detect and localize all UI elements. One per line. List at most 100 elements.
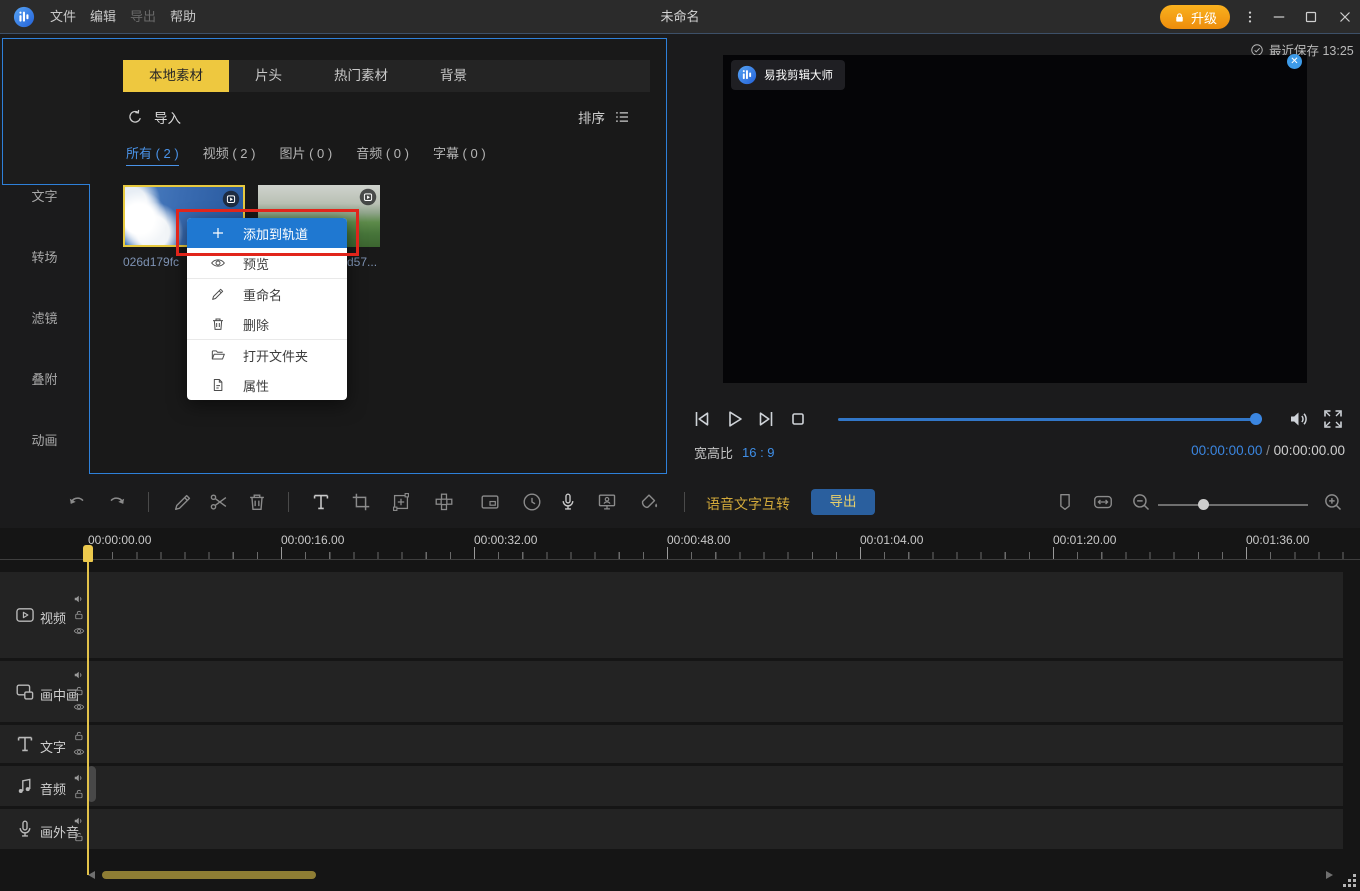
fullscreen-button[interactable] <box>1321 407 1345 431</box>
zoom-out-button[interactable] <box>1130 491 1152 513</box>
context-menu-properties[interactable]: 属性 <box>187 370 347 400</box>
fit-timeline-button[interactable] <box>1092 491 1114 513</box>
filter-videos[interactable]: 视频 ( 2 ) <box>203 143 256 166</box>
pip-track-icon <box>14 681 36 703</box>
filter-images[interactable]: 图片 ( 0 ) <box>279 143 332 166</box>
track-controls <box>73 593 85 637</box>
aspect-ratio-value[interactable]: 16 : 9 <box>742 445 775 460</box>
sidebar-item-transitions[interactable]: 转场 <box>0 247 89 266</box>
playhead-handle[interactable] <box>83 545 93 562</box>
lock-icon <box>1173 11 1186 24</box>
duration-button[interactable] <box>521 491 543 513</box>
current-time: 00:00:00.00 <box>1191 443 1263 458</box>
volume-icon[interactable] <box>73 815 85 827</box>
record-voiceover-button[interactable] <box>557 491 579 513</box>
context-menu-delete[interactable]: 删除 <box>187 309 347 339</box>
stop-button[interactable] <box>786 407 810 431</box>
lock-icon[interactable] <box>73 730 85 742</box>
preview-video-area: 易我剪辑大师 ✕ <box>723 54 1307 383</box>
filter-all[interactable]: 所有 ( 2 ) <box>126 143 179 166</box>
track-audio[interactable]: 音频 <box>0 766 1343 806</box>
track-pip[interactable]: 画中画 <box>0 661 1343 722</box>
seek-handle[interactable] <box>1250 413 1262 425</box>
watermark-close-icon[interactable]: ✕ <box>1287 54 1302 69</box>
aspect-ratio-label: 宽高比 <box>694 446 734 461</box>
zoom-in-button[interactable] <box>1322 491 1344 513</box>
sidebar-item-overlays[interactable]: 叠附 <box>0 369 89 388</box>
horizontal-scrollbar-thumb[interactable] <box>102 871 316 879</box>
ruler-label: 00:01:04.00 <box>860 533 924 547</box>
app-window: 文件 编辑 导出 帮助 未命名 升级 素材 配乐 文字 转场 滤镜 叠附 动画 … <box>0 0 1360 891</box>
upgrade-label: 升级 <box>1190 10 1217 26</box>
context-menu-label: 删除 <box>243 317 270 333</box>
speech-text-convert-button[interactable]: 语音文字互转 <box>706 494 790 514</box>
lock-icon[interactable] <box>73 788 85 800</box>
upgrade-button[interactable]: 升级 <box>1160 5 1230 29</box>
ruler-label: 00:00:16.00 <box>281 533 345 547</box>
lock-icon[interactable] <box>73 831 85 843</box>
eye-icon[interactable] <box>73 625 85 637</box>
context-menu-label: 预览 <box>243 256 270 272</box>
mosaic-button[interactable] <box>433 491 455 513</box>
track-video[interactable]: 视频 <box>0 572 1343 658</box>
zoom-slider-handle[interactable] <box>1198 499 1209 510</box>
resize-grip[interactable] <box>1342 873 1358 889</box>
text-tool-button[interactable] <box>310 491 332 513</box>
seek-bar[interactable] <box>838 418 1262 421</box>
export-button[interactable]: 导出 <box>811 489 875 515</box>
tab-backgrounds[interactable]: 背景 <box>414 60 493 92</box>
sort-list-icon <box>613 108 631 126</box>
maximize-button[interactable] <box>1298 5 1324 29</box>
zoom-frame-button[interactable] <box>390 491 412 513</box>
track-voiceover[interactable]: 画外音 <box>0 809 1343 849</box>
sidebar-item-text[interactable]: 文字 <box>0 186 89 205</box>
sidebar-item-animation[interactable]: 动画 <box>0 430 89 449</box>
eye-icon[interactable] <box>73 701 85 713</box>
tab-popular-materials[interactable]: 热门素材 <box>308 60 414 92</box>
filter-subtitles[interactable]: 字幕 ( 0 ) <box>433 143 486 166</box>
import-button[interactable]: 导入 <box>126 107 181 127</box>
volume-icon[interactable] <box>73 669 85 681</box>
previous-frame-button[interactable] <box>690 407 714 431</box>
more-menu-button[interactable] <box>1237 5 1263 29</box>
close-button[interactable] <box>1332 5 1358 29</box>
aspect-ratio-row: 宽高比 16 : 9 <box>694 443 775 462</box>
marker-button[interactable] <box>1054 491 1076 513</box>
undo-button[interactable] <box>66 491 88 513</box>
title-bar: 文件 编辑 导出 帮助 未命名 升级 <box>0 0 1360 34</box>
split-button[interactable] <box>208 491 230 513</box>
volume-button[interactable] <box>1287 407 1311 431</box>
zoom-slider[interactable] <box>1158 504 1308 506</box>
crop-button[interactable] <box>350 491 372 513</box>
context-menu-rename[interactable]: 重命名 <box>187 279 347 309</box>
materials-filter-row: 所有 ( 2 ) 视频 ( 2 ) 图片 ( 0 ) 音频 ( 0 ) 字幕 (… <box>126 143 486 166</box>
watermark-text: 易我剪辑大师 <box>764 70 833 82</box>
sidebar-item-filters[interactable]: 滤镜 <box>0 308 89 327</box>
eye-icon[interactable] <box>73 746 85 758</box>
tab-local-materials[interactable]: 本地素材 <box>123 60 229 92</box>
pip-button[interactable] <box>479 491 501 513</box>
scroll-left-arrow[interactable] <box>88 871 95 879</box>
volume-icon[interactable] <box>73 772 85 784</box>
tab-intros[interactable]: 片头 <box>229 60 308 92</box>
timeline-ruler[interactable]: 00:00:00.00 00:00:16.00 00:00:32.00 00:0… <box>0 528 1360 560</box>
filter-audio[interactable]: 音频 ( 0 ) <box>356 143 409 166</box>
context-menu-open-folder[interactable]: 打开文件夹 <box>187 340 347 370</box>
minimize-button[interactable] <box>1266 5 1292 29</box>
scroll-right-arrow[interactable] <box>1326 871 1333 879</box>
lock-icon[interactable] <box>73 609 85 621</box>
redo-button[interactable] <box>106 491 128 513</box>
lock-icon[interactable] <box>73 685 85 697</box>
edit-button[interactable] <box>172 491 194 513</box>
track-text[interactable]: 文字 <box>0 725 1343 763</box>
ruler-label: 00:00:00.00 <box>88 533 152 547</box>
text-track-icon <box>14 733 36 755</box>
play-button[interactable] <box>722 407 746 431</box>
sort-button[interactable]: 排序 <box>578 107 631 127</box>
watermark: 易我剪辑大师 <box>731 60 845 90</box>
freeze-frame-button[interactable] <box>596 491 618 513</box>
volume-icon[interactable] <box>73 593 85 605</box>
delete-button[interactable] <box>246 491 268 513</box>
color-fill-button[interactable] <box>638 491 660 513</box>
next-frame-button[interactable] <box>754 407 778 431</box>
